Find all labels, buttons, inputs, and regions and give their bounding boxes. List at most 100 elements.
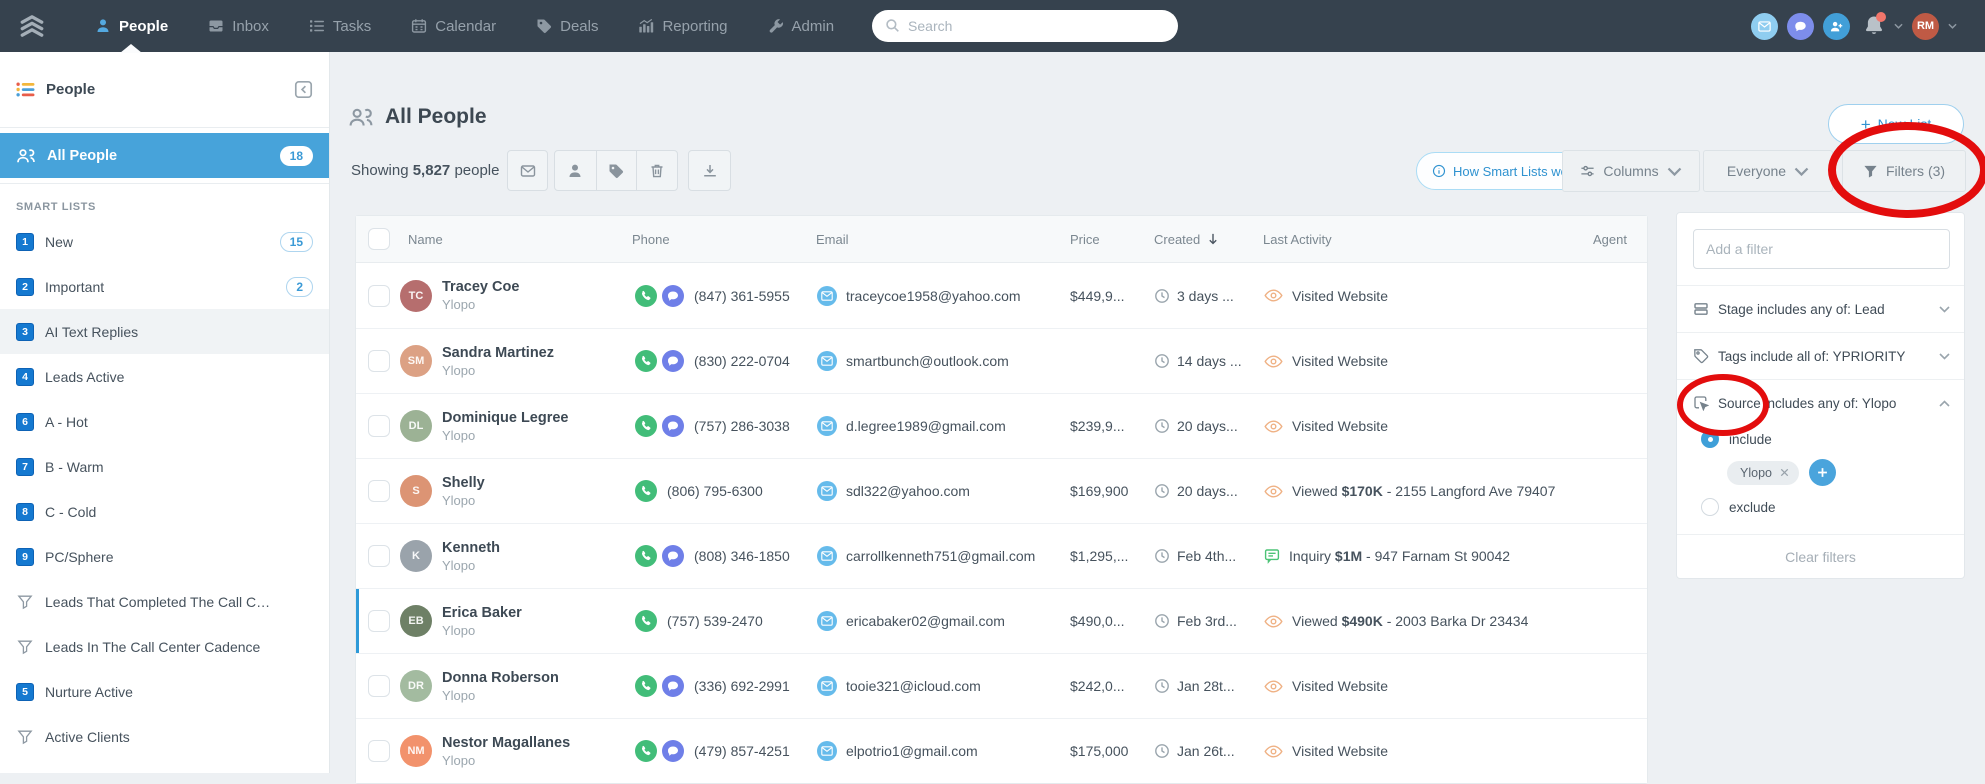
collapse-sidebar-icon[interactable] [294,80,313,99]
everyone-filter-button[interactable]: Everyone [1703,150,1833,192]
row-checkbox[interactable] [368,285,390,307]
table-row[interactable]: S Shelly Ylopo (806) 795-6300 sdl322@yah… [356,458,1647,523]
call-icon[interactable] [635,740,657,762]
clear-filters-button[interactable]: Clear filters [1677,534,1964,578]
column-header-created[interactable]: Created [1142,232,1248,247]
sidebar-item-ai-text-replies[interactable]: 3AI Text Replies [0,309,329,354]
sidebar-item-c-cold[interactable]: 8C - Cold [0,489,329,534]
column-header-email[interactable]: Email [801,232,1058,247]
person-name[interactable]: Donna Roberson [442,670,559,686]
sidebar-item-leads-in-the-call-center-cadence[interactable]: Leads In The Call Center Cadence [0,624,329,669]
nav-item-calendar[interactable]: Calendar [411,18,496,35]
nav-item-reporting[interactable]: Reporting [638,18,727,35]
email-icon[interactable] [817,741,837,761]
delete-button[interactable] [636,151,677,190]
sidebar-item-new[interactable]: 1New15 [0,219,329,264]
text-message-icon[interactable] [662,350,684,372]
sidebar-item-important[interactable]: 2Important2 [0,264,329,309]
email-icon[interactable] [817,351,837,371]
export-button[interactable] [688,150,731,191]
user-avatar[interactable]: RM [1912,13,1939,40]
table-row[interactable]: TC Tracey Coe Ylopo (847) 361-5955 trace… [356,263,1647,328]
nav-item-tasks[interactable]: Tasks [309,18,371,35]
person-name[interactable]: Shelly [442,475,485,491]
table-row[interactable]: DR Donna Roberson Ylopo (336) 692-2991 t… [356,653,1647,718]
person-name[interactable]: Dominique Legree [442,410,569,426]
email-icon[interactable] [817,416,837,436]
row-checkbox[interactable] [368,415,390,437]
add-person-icon[interactable] [1823,13,1850,40]
column-header-price[interactable]: Price [1058,232,1142,247]
call-icon[interactable] [635,415,657,437]
nav-item-admin[interactable]: Admin [768,18,835,35]
column-header-last-activity[interactable]: Last Activity [1248,232,1579,247]
text-message-icon[interactable] [662,675,684,697]
row-checkbox[interactable] [368,740,390,762]
call-icon[interactable] [635,675,657,697]
exclude-option[interactable]: exclude [1693,494,1948,520]
table-row[interactable]: SM Sandra Martinez Ylopo (830) 222-0704 … [356,328,1647,393]
row-checkbox[interactable] [368,480,390,502]
texting-icon[interactable] [1787,13,1814,40]
select-all-checkbox[interactable] [368,228,390,250]
chevron-up-icon[interactable] [1939,400,1950,407]
filter-row-stage[interactable]: Stage includes any of: Lead [1677,286,1964,332]
sidebar-item-leads-that-completed-the-call-cente[interactable]: Leads That Completed The Call Cente... [0,579,329,624]
add-value-button[interactable] [1809,459,1836,486]
columns-button[interactable]: Columns [1562,150,1700,192]
person-name[interactable]: Sandra Martinez [442,345,554,361]
call-icon[interactable] [635,610,657,632]
chevron-down-icon[interactable] [1939,306,1950,313]
bell-chevron-down-icon[interactable] [1894,23,1903,29]
account-chevron-down-icon[interactable] [1948,23,1957,29]
text-message-icon[interactable] [662,415,684,437]
sidebar-item-active-clients[interactable]: Active Clients [0,714,329,759]
new-list-button[interactable]: + New List [1828,104,1964,144]
assign-person-button[interactable] [555,151,596,190]
nav-item-deals[interactable]: Deals [536,18,598,35]
search-input[interactable] [872,10,1178,42]
messages-email-icon[interactable] [1751,13,1778,40]
person-name[interactable]: Nestor Magallanes [442,735,570,751]
sidebar-item-leads-active[interactable]: 4Leads Active [0,354,329,399]
text-message-icon[interactable] [662,285,684,307]
person-name[interactable]: Kenneth [442,540,500,556]
sidebar-item-a-hot[interactable]: 6A - Hot [0,399,329,444]
email-icon[interactable] [817,481,837,501]
email-icon[interactable] [817,611,837,631]
chevron-down-icon[interactable] [1939,353,1950,360]
text-message-icon[interactable] [662,545,684,567]
column-header-phone[interactable]: Phone [617,232,801,247]
row-checkbox[interactable] [368,610,390,632]
email-icon[interactable] [817,676,837,696]
filter-row-source[interactable]: Source includes any of: Ylopo [1677,380,1964,426]
table-row[interactable]: NM Nestor Magallanes Ylopo (479) 857-425… [356,718,1647,783]
call-icon[interactable] [635,350,657,372]
filter-chip[interactable]: Ylopo [1727,461,1799,485]
radio-selected-icon[interactable] [1701,430,1719,448]
sidebar-item-b-warm[interactable]: 7B - Warm [0,444,329,489]
email-icon[interactable] [817,286,837,306]
tag-button[interactable] [596,151,637,190]
call-icon[interactable] [635,285,657,307]
radio-unselected-icon[interactable] [1701,498,1719,516]
person-name[interactable]: Erica Baker [442,605,522,621]
column-header-agent[interactable]: Agent [1579,232,1648,247]
nav-item-people[interactable]: People [95,18,168,35]
text-message-icon[interactable] [662,740,684,762]
remove-chip-icon[interactable] [1780,468,1789,477]
email-icon[interactable] [817,546,837,566]
filters-button[interactable]: Filters (3) [1842,150,1966,192]
table-row[interactable]: K Kenneth Ylopo (808) 346-1850 carrollke… [356,523,1647,588]
row-checkbox[interactable] [368,675,390,697]
sidebar-item-all-people[interactable]: All People 18 [0,133,329,178]
row-checkbox[interactable] [368,350,390,372]
add-filter-input[interactable] [1693,229,1950,269]
call-icon[interactable] [635,545,657,567]
table-row[interactable]: EB Erica Baker Ylopo (757) 539-2470 eric… [356,588,1647,653]
row-checkbox[interactable] [368,545,390,567]
app-logo-icon[interactable] [19,14,45,38]
include-option[interactable]: include [1693,426,1948,452]
sidebar-item-nurture-active[interactable]: 5Nurture Active [0,669,329,714]
filter-row-tags[interactable]: Tags include all of: YPRIORITY [1677,333,1964,379]
